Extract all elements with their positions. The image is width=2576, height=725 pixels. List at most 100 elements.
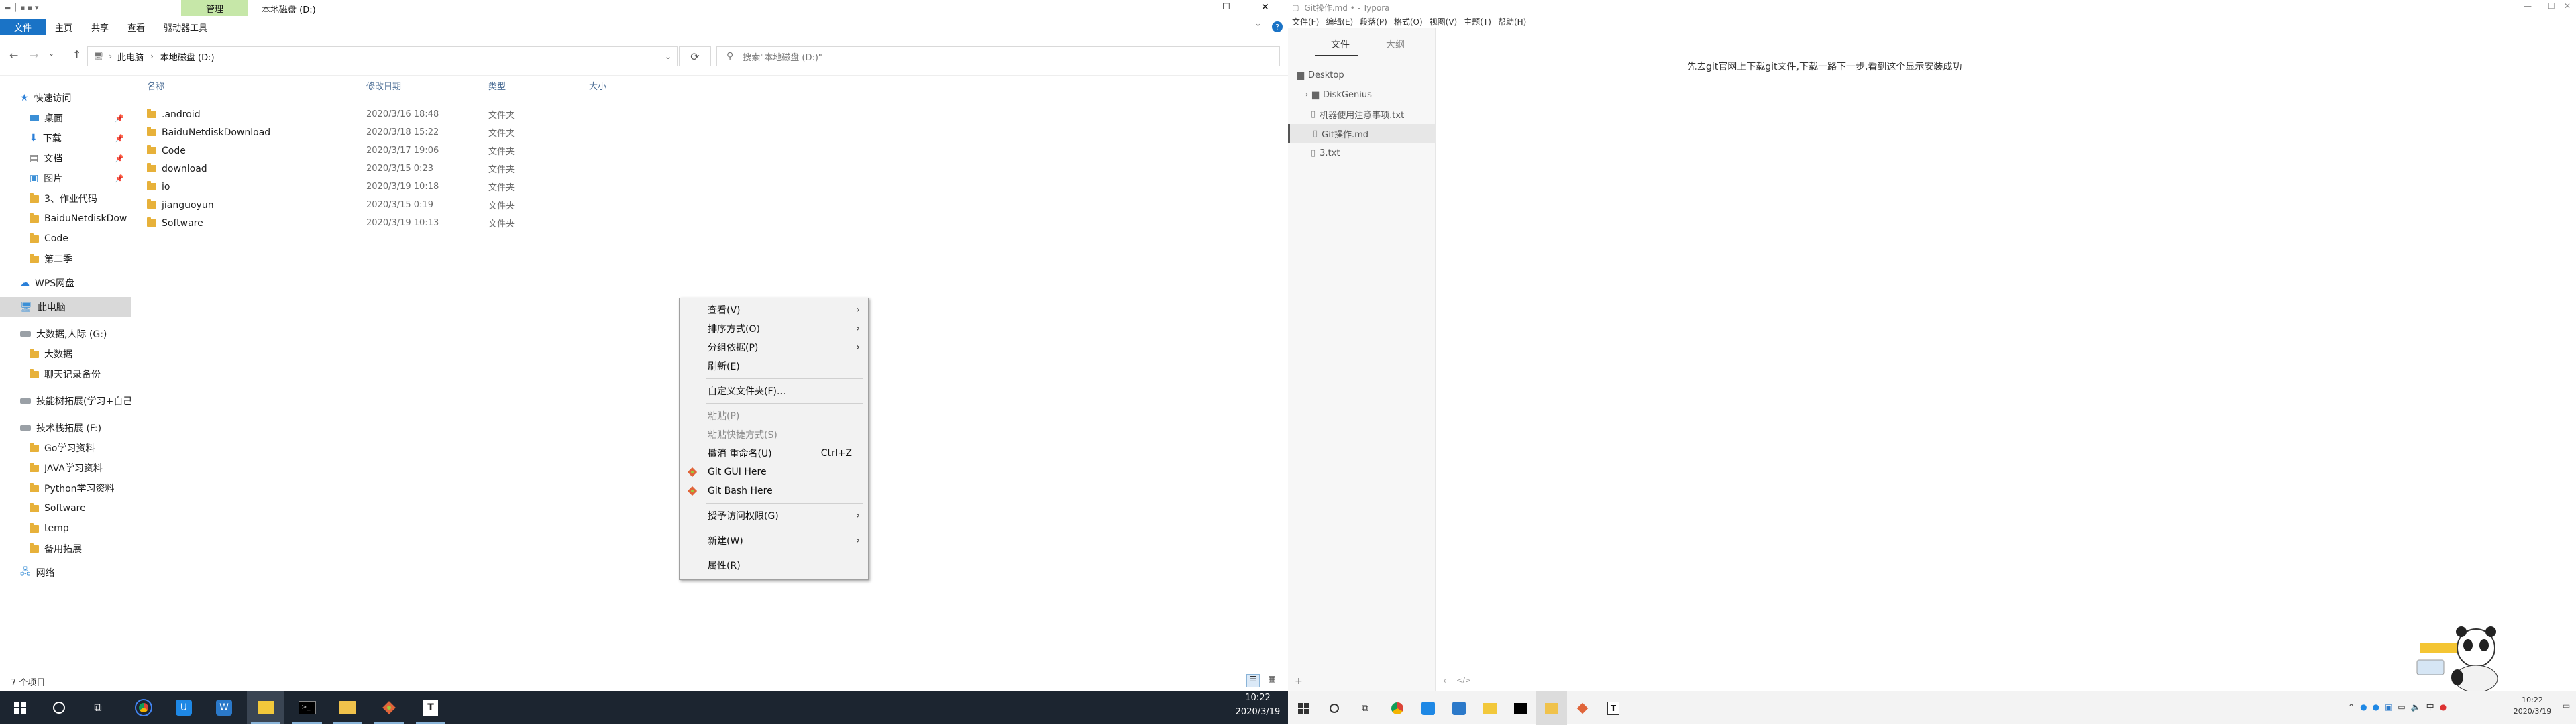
antivirus-icon[interactable]: ● (2440, 702, 2447, 712)
large-icons-view-icon[interactable]: ▦ (1265, 674, 1279, 687)
menu-item-undo[interactable]: 撤消 重命名(U) Ctrl+Z (680, 444, 868, 463)
menu-item-customize[interactable]: 自定义文件夹(F)... (680, 382, 868, 400)
menu-view[interactable]: 视图(V) (1430, 16, 1458, 27)
search-button[interactable] (1319, 691, 1350, 725)
file-row[interactable]: download 2020/3/15 0:23 文件夹 (147, 160, 1288, 178)
nav-item-documents[interactable]: ▤ 文档 📌 (0, 148, 131, 168)
nav-item-chat-backup[interactable]: 聊天记录备份 (0, 364, 131, 384)
menu-item-refresh[interactable]: 刷新(E) (680, 357, 868, 376)
file-row[interactable]: .android 2020/3/16 18:48 文件夹 (147, 105, 1288, 123)
ribbon-tab-view[interactable]: 查看 (118, 19, 154, 35)
manage-context-tab[interactable]: 管理 (181, 0, 248, 16)
taskbar-folder[interactable] (329, 691, 366, 724)
column-name[interactable]: 名称 (147, 79, 366, 92)
file-row[interactable]: BaiduNetdiskDownload 2020/3/18 15:22 文件夹 (147, 123, 1288, 142)
tray-app-icon[interactable]: ▣ (2385, 702, 2392, 712)
nav-drive-e[interactable]: 技能树拓展(学习+自己) (0, 391, 131, 411)
start-button[interactable] (1, 691, 39, 724)
taskbar-folder[interactable] (1536, 691, 1567, 725)
search-box[interactable]: ⚲ 搜索"本地磁盘 (D:)" (716, 46, 1280, 66)
menu-edit[interactable]: 编辑(E) (1326, 16, 1353, 27)
clock[interactable]: 10:22 2020/3/19 (1228, 693, 1288, 717)
taskbar-typora[interactable]: T (1598, 691, 1629, 725)
nav-item-temp[interactable]: temp (0, 518, 131, 539)
menu-format[interactable]: 格式(O) (1394, 16, 1423, 27)
breadcrumb-this-pc[interactable]: 此电脑 (117, 50, 144, 63)
menu-item-git-bash[interactable]: Git Bash Here (680, 482, 868, 500)
typora-editor[interactable]: 先去git官网上下载git文件,下载一路下一步,看到这个显示安装成功 ‹ </> (1436, 28, 2576, 692)
tray-app-icon[interactable]: ● (2360, 702, 2367, 712)
nav-drive-f[interactable]: 技术栈拓展 (F:) (0, 418, 131, 438)
menu-item-sort[interactable]: 排序方式(O) › (680, 319, 868, 338)
taskbar-app-blue[interactable]: U (165, 691, 203, 724)
tray-app-icon[interactable]: ● (2373, 702, 2379, 712)
menu-item-properties[interactable]: 属性(R) (680, 556, 868, 575)
details-view-icon[interactable]: ☰ (1246, 674, 1260, 687)
nav-item-pictures[interactable]: ▣ 图片 📌 (0, 168, 131, 188)
nav-item-season2[interactable]: 第二季 (0, 249, 131, 269)
menu-theme[interactable]: 主题(T) (1464, 16, 1491, 27)
search-button[interactable] (40, 691, 78, 724)
taskbar-terminal[interactable] (1505, 691, 1536, 725)
forward-arrow-icon[interactable]: → (30, 49, 38, 62)
nav-item-software[interactable]: Software (0, 498, 131, 518)
refresh-icon[interactable]: ⟳ (679, 46, 711, 66)
back-icon[interactable]: ‹ (1443, 676, 1446, 685)
nav-quick-access[interactable]: ★ 快速访问 (0, 88, 131, 108)
tree-item-diskgenius[interactable]: › ▆ DiskGenius (1305, 85, 1372, 104)
ribbon-tab-home[interactable]: 主页 (46, 19, 82, 35)
column-date[interactable]: 修改日期 (366, 79, 488, 92)
ribbon-expand-icon[interactable]: ⌄ (1254, 19, 1262, 29)
taskbar-typora[interactable]: T (412, 691, 449, 724)
column-size[interactable]: 大小 (589, 79, 656, 92)
nav-item-bigdata[interactable]: 大数据 (0, 344, 131, 364)
task-view-button[interactable]: ⧉ (79, 691, 117, 724)
network-icon[interactable]: ▭ (2398, 702, 2405, 712)
nav-item-code[interactable]: Code (0, 229, 131, 249)
file-row[interactable]: jianguoyun 2020/3/15 0:19 文件夹 (147, 196, 1288, 214)
nav-item-python[interactable]: Python学习资料 (0, 478, 131, 498)
nav-wps[interactable]: ☁ WPS网盘 (0, 273, 131, 293)
tree-item-3-txt[interactable]: ▯ 3.txt (1311, 144, 1340, 162)
taskbar-explorer-active[interactable] (247, 691, 284, 724)
tree-item-notes-txt[interactable]: ▯ 机器使用注意事项.txt (1311, 105, 1404, 123)
taskbar-chrome[interactable] (1382, 691, 1413, 725)
nav-network[interactable]: 🖧 网络 (0, 563, 131, 583)
nav-item-desktop[interactable]: 桌面 📌 (0, 108, 131, 128)
menu-paragraph[interactable]: 段落(P) (1360, 16, 1387, 27)
sidebar-tab-outline[interactable]: 大纲 (1386, 38, 1405, 51)
nav-item-backup-ext[interactable]: 备用拓展 (0, 539, 131, 559)
breadcrumb-drive-d[interactable]: 本地磁盘 (D:) (160, 50, 215, 63)
up-arrow-icon[interactable]: ↑ (72, 48, 81, 61)
menu-item-view[interactable]: 查看(V) › (680, 300, 868, 319)
taskbar-app-blue[interactable] (1413, 691, 1444, 725)
menu-item-new[interactable]: 新建(W) › (680, 531, 868, 550)
source-code-icon[interactable]: </> (1456, 676, 1471, 685)
taskbar-terminal[interactable]: >_ (288, 691, 326, 724)
taskbar-git[interactable] (1567, 691, 1598, 725)
typora-maximize-button[interactable]: ☐ (2548, 1, 2555, 11)
nav-item-homework[interactable]: 3、作业代码 (0, 188, 131, 209)
typora-close-button[interactable]: ✕ (2564, 1, 2571, 11)
column-type[interactable]: 类型 (488, 79, 589, 92)
file-row[interactable]: io 2020/3/19 10:18 文件夹 (147, 178, 1288, 196)
nav-item-downloads[interactable]: ⬇ 下载 📌 (0, 128, 131, 148)
task-view-button[interactable]: ⧉ (1350, 691, 1381, 725)
start-button[interactable] (1288, 691, 1319, 725)
address-dropdown-icon[interactable]: ⌄ (665, 52, 672, 61)
recent-locations-icon[interactable]: ⌄ (48, 49, 54, 58)
close-button[interactable]: ✕ (1261, 2, 1269, 13)
ribbon-tab-share[interactable]: 共享 (82, 19, 118, 35)
maximize-button[interactable]: ☐ (1222, 2, 1230, 12)
menu-item-git-gui[interactable]: Git GUI Here (680, 463, 868, 482)
menu-item-group[interactable]: 分组依据(P) › (680, 338, 868, 357)
editor-paragraph[interactable]: 先去git官网上下载git文件,下载一路下一步,看到这个显示安装成功 (1687, 60, 1962, 73)
nav-item-java[interactable]: JAVA学习资料 (0, 458, 131, 478)
file-row[interactable]: Software 2020/3/19 10:13 文件夹 (147, 214, 1288, 232)
taskbar-app-notes[interactable] (1444, 691, 1474, 725)
back-arrow-icon[interactable]: ← (9, 49, 18, 62)
typora-minimize-button[interactable]: — (2524, 1, 2532, 11)
taskbar-explorer[interactable] (1474, 691, 1505, 725)
address-box[interactable]: 🖥 › 此电脑 › 本地磁盘 (D:) ⌄ (87, 46, 678, 66)
taskbar-git[interactable] (370, 691, 408, 724)
